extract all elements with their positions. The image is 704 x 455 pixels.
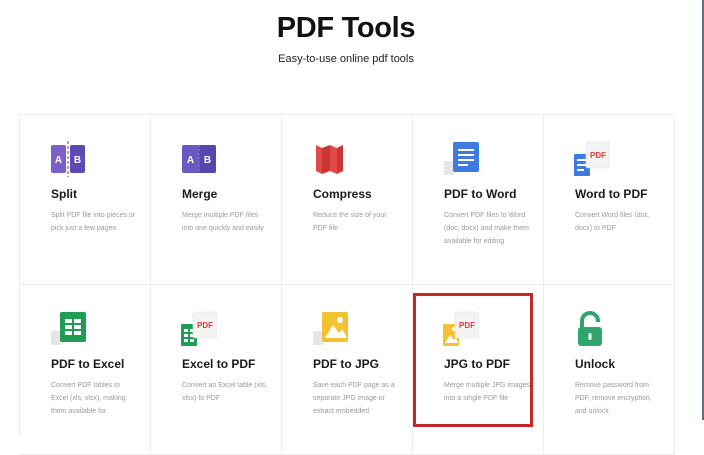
- tool-name: Compress: [313, 187, 372, 201]
- excel-to-pdf-icon: PDF: [181, 311, 218, 347]
- tool-name: PDF to JPG: [313, 357, 380, 371]
- jpg-image-icon: [312, 311, 348, 347]
- svg-text:A: A: [187, 155, 194, 166]
- compress-icon: [312, 141, 348, 177]
- excel-sheet-icon: [50, 311, 86, 347]
- svg-text:B: B: [204, 155, 211, 166]
- tool-description: Reduce the size of your PDF file: [313, 212, 387, 232]
- tool-card-compress[interactable]: Compress Reduce the size of your PDF fil…: [282, 115, 413, 285]
- tool-name: PDF to Excel: [51, 357, 125, 371]
- tool-card-pdf-to-excel[interactable]: PDF to Excel Convert PDF tables to Excel…: [20, 285, 151, 455]
- tool-name: Merge: [182, 187, 218, 201]
- svg-text:B: B: [74, 155, 81, 166]
- svg-text:PDF: PDF: [459, 321, 475, 330]
- tool-description: Convert PDF files to Word (doc, docx) an…: [444, 212, 529, 245]
- tools-grid: A B Split Split PDF file into pieces or …: [19, 114, 675, 455]
- tool-name: JPG to PDF: [444, 357, 511, 371]
- svg-text:PDF: PDF: [197, 321, 213, 330]
- tool-name: PDF to Word: [444, 187, 517, 201]
- tool-card-split[interactable]: A B Split Split PDF file into pieces or …: [20, 115, 151, 285]
- tool-name: Split: [51, 187, 77, 201]
- tool-description: Merge multiple JPG images into a single …: [444, 382, 530, 402]
- tool-description: Convert PDF tables to Excel (xls, xlsx),…: [51, 382, 126, 415]
- tool-description: Save each PDF page as a separate JPG ima…: [313, 382, 395, 415]
- tool-description: Convert an Excel table (xls, xlsx) to PD…: [182, 382, 268, 402]
- tool-name: Word to PDF: [575, 187, 648, 201]
- tool-card-pdf-to-jpg[interactable]: PDF to JPG Save each PDF page as a separ…: [282, 285, 413, 455]
- tool-card-unlock[interactable]: Unlock Remove password from PDF, remove …: [544, 285, 675, 455]
- unlock-icon: [574, 311, 610, 347]
- split-icon: A B: [50, 141, 86, 177]
- page-subtitle: Easy-to-use online pdf tools: [278, 53, 414, 65]
- tool-name: Excel to PDF: [182, 357, 256, 371]
- tool-card-pdf-to-word[interactable]: PDF to Word Convert PDF files to Word (d…: [413, 115, 544, 285]
- tool-card-jpg-to-pdf[interactable]: PDF JPG to PDF Merge multiple JPG images…: [413, 285, 544, 455]
- tool-description: Convert Word files (doc, docx) to PDF: [575, 212, 650, 232]
- jpg-to-pdf-icon: PDF: [443, 311, 480, 347]
- word-to-pdf-icon: PDF: [574, 141, 611, 177]
- page-title: PDF Tools: [276, 12, 416, 44]
- merge-icon: A B: [181, 141, 217, 177]
- svg-text:A: A: [55, 155, 62, 166]
- svg-text:PDF: PDF: [590, 151, 606, 160]
- tool-description: Merge multiple PDF files into one quickl…: [182, 212, 264, 232]
- tool-description: Remove password from PDF, remove encrypt…: [575, 382, 652, 415]
- tool-card-merge[interactable]: A B Merge Merge multiple PDF files into …: [151, 115, 282, 285]
- tool-description: Split PDF file into pieces or pick just …: [51, 212, 136, 232]
- tool-card-word-to-pdf[interactable]: PDF Word to PDF Convert Word files (doc,…: [544, 115, 675, 285]
- tool-name: Unlock: [575, 357, 616, 371]
- tool-card-excel-to-pdf[interactable]: PDF Excel to PDF Convert an Excel table …: [151, 285, 282, 455]
- word-doc-icon: [443, 141, 479, 177]
